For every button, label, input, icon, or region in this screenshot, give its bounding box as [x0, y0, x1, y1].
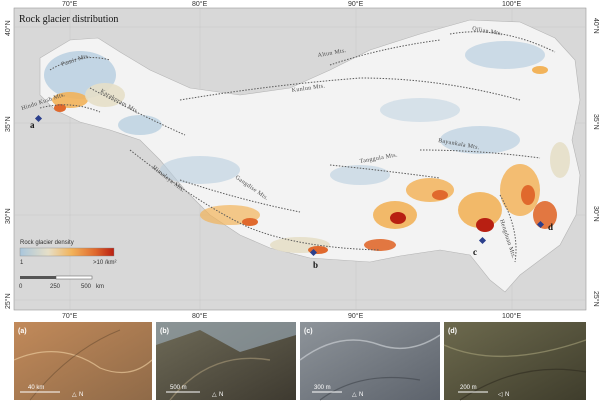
site-label-b: b	[313, 260, 318, 270]
legend-title: Rock glacier density	[20, 240, 74, 246]
map-text-label: N	[505, 392, 509, 398]
site-label-c: c	[473, 247, 477, 257]
map-text-label: km	[96, 284, 104, 290]
map-text-label: 40°N	[592, 18, 600, 34]
map-text-label: 70°E	[62, 0, 78, 8]
map-text-label: 25°N	[4, 293, 12, 309]
map-text-label: N	[219, 392, 223, 398]
map-text-label: 80°E	[192, 312, 208, 320]
map-text-label: 200 m	[460, 385, 477, 391]
photo-panel-c: (c) 300 m △ N	[299, 322, 441, 401]
map-text-label: 250	[50, 284, 61, 290]
map-text-label: 35°N	[4, 116, 12, 132]
longitude-labels-bottom: 70°E 80°E 90°E 100°E	[62, 312, 521, 320]
map-text-label: N	[359, 392, 363, 398]
map-text-label: 30°N	[592, 206, 600, 222]
longitude-labels-top: 70°E 80°E 90°E 100°E	[62, 0, 521, 8]
legend-colorbar	[19, 247, 115, 257]
map-text-label: 40 km	[28, 385, 44, 391]
map-text-label: 90°E	[348, 0, 364, 8]
north-arrow-icon: △	[352, 392, 357, 398]
north-arrow-icon: △	[72, 392, 77, 398]
north-arrow-icon: ◁	[498, 392, 503, 398]
map-text-label: 30°N	[4, 208, 12, 224]
latitude-labels-right: 40°N 35°N 30°N 25°N	[592, 18, 600, 307]
map-text-label: (d)	[448, 328, 457, 335]
map-text-label: 90°E	[348, 312, 364, 320]
latitude-labels-left: 40°N 35°N 30°N 25°N	[4, 20, 12, 309]
map-text-label: 70°E	[62, 312, 78, 320]
map-text-label: 25°N	[592, 291, 600, 307]
map-text-label: N	[79, 392, 83, 398]
map-title: Rock glacier distribution	[19, 14, 118, 25]
map-text-label: 500	[81, 284, 92, 290]
map-text-label: (c)	[304, 328, 313, 335]
map-text-label: (a)	[18, 328, 27, 335]
photo-panel-d: (d) 200 m ◁ N	[443, 322, 587, 401]
photo-panel-a: (a) 40 km △ N	[13, 322, 153, 401]
map-text-label: 500 m	[170, 385, 187, 391]
rock-glacier-figure: Altun Mts. Qilian Mts. Kunlun Mts. Hindu…	[4, 0, 600, 401]
map-text-label: 100°E	[502, 312, 521, 320]
site-label-a: a	[30, 120, 35, 130]
map-text-label: 35°N	[592, 114, 600, 130]
map-text-label: (b)	[160, 328, 169, 335]
site-label-d: d	[548, 222, 553, 232]
north-arrow-icon: △	[212, 392, 217, 398]
map-text-label: 100°E	[502, 0, 521, 8]
legend-max-label: >10 /km²	[93, 260, 117, 266]
map-text-label: 40°N	[4, 20, 12, 36]
map-text-label: 80°E	[192, 0, 208, 8]
photo-panel-b: (b) 500 m △ N	[156, 322, 296, 401]
map-text-label: 300 m	[314, 385, 331, 391]
